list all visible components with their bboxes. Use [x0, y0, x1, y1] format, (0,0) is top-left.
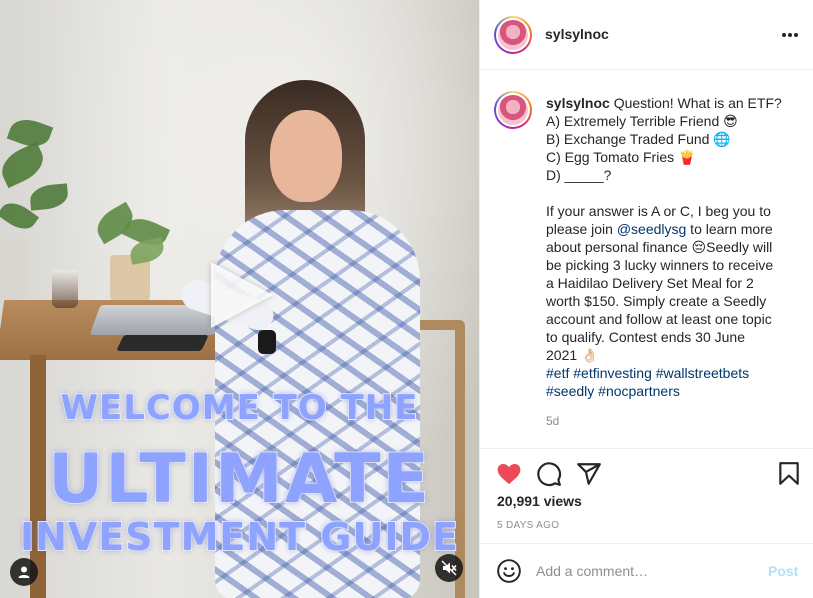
video-title-line1: WELCOME TO THE	[60, 387, 419, 429]
caption-line: C) Egg Tomato Fries 🍟	[546, 149, 696, 165]
caption-line: please join @seedlysg to learn more	[546, 220, 796, 238]
caption-line: a Haidilao Delivery Set Meal for 2	[546, 275, 754, 291]
person-face	[270, 110, 342, 202]
post-comment-button[interactable]: Post	[768, 563, 798, 579]
mention-link[interactable]: @seedlysg	[617, 221, 686, 237]
avatar-image	[496, 18, 530, 52]
share-icon[interactable]	[576, 461, 602, 487]
video-title-line2: ULTIMATE	[47, 439, 431, 520]
comment-input[interactable]	[536, 560, 756, 582]
caption-text: please join	[546, 221, 617, 237]
caption-line: B) Exchange Traded Fund 🌐	[546, 131, 731, 147]
caption-line: sylsylnoc Question! What is an ETF?	[546, 94, 796, 112]
mute-icon	[441, 560, 457, 576]
coffee-glass	[52, 270, 78, 308]
mute-button[interactable]	[435, 554, 463, 582]
post-details-panel: sylsylnoc sylsylnoc Question! What is an…	[479, 0, 813, 598]
caption-line: worth $150. Simply create a Seedly	[546, 293, 767, 309]
caption-line: to qualify. Contest ends 30 June	[546, 329, 745, 345]
hashtag-link[interactable]: #etf	[546, 365, 569, 381]
bookmark-icon[interactable]	[776, 461, 802, 487]
caption-line: A) Extremely Terrible Friend 😎	[546, 113, 738, 129]
view-count[interactable]: 20,991 views	[497, 493, 582, 509]
hashtag-link[interactable]: #nocpartners	[598, 383, 680, 399]
smartwatch	[258, 330, 276, 354]
caption-line: D) _____?	[546, 167, 612, 183]
caption-line: about personal finance 😔Seedly will	[546, 239, 773, 255]
phone	[116, 335, 209, 351]
hashtag-link[interactable]: #wallstreetbets	[656, 365, 749, 381]
caption-line: If your answer is A or C, I beg you to	[546, 203, 771, 219]
post-video[interactable]: WELCOME TO THE ULTIMATE INVESTMENT GUIDE	[0, 0, 479, 598]
caption-text: to learn more	[686, 221, 773, 237]
caption-time-ago[interactable]: 5d	[546, 414, 559, 428]
user-icon	[18, 566, 30, 578]
comment-bar: Post	[480, 543, 813, 598]
avatar-image	[496, 93, 530, 127]
more-options-icon[interactable]	[782, 33, 798, 37]
header-username[interactable]: sylsylnoc	[545, 26, 609, 42]
comment-icon[interactable]	[536, 461, 562, 487]
plant-pot	[0, 240, 28, 300]
hashtag-line: #etf #etfinvesting #wallstreetbets	[546, 364, 796, 382]
avatar[interactable]	[494, 16, 532, 54]
post-date[interactable]: 5 DAYS AGO	[497, 520, 559, 531]
play-icon[interactable]	[211, 262, 273, 328]
hashtag-line: #seedly #nocpartners	[546, 382, 796, 400]
caption-text: Question! What is an ETF?	[613, 95, 782, 111]
caption-username[interactable]: sylsylnoc	[546, 95, 610, 111]
hashtag-link[interactable]: #etfinvesting	[573, 365, 652, 381]
caption-avatar[interactable]	[494, 91, 532, 129]
post-header: sylsylnoc	[480, 0, 813, 70]
hashtag-link[interactable]: #seedly	[546, 383, 594, 399]
like-heart-icon[interactable]	[496, 461, 522, 487]
caption-line: be picking 3 lucky winners to receive	[546, 257, 774, 273]
emoji-icon[interactable]	[496, 558, 522, 584]
post-caption: sylsylnoc Question! What is an ETF? A) E…	[546, 94, 796, 400]
caption-line: 2021 👌🏻	[546, 347, 599, 363]
video-title-line3: INVESTMENT GUIDE	[19, 514, 459, 560]
caption-line: account and follow at least one topic	[546, 311, 772, 327]
tagged-users-button[interactable]	[10, 558, 38, 586]
